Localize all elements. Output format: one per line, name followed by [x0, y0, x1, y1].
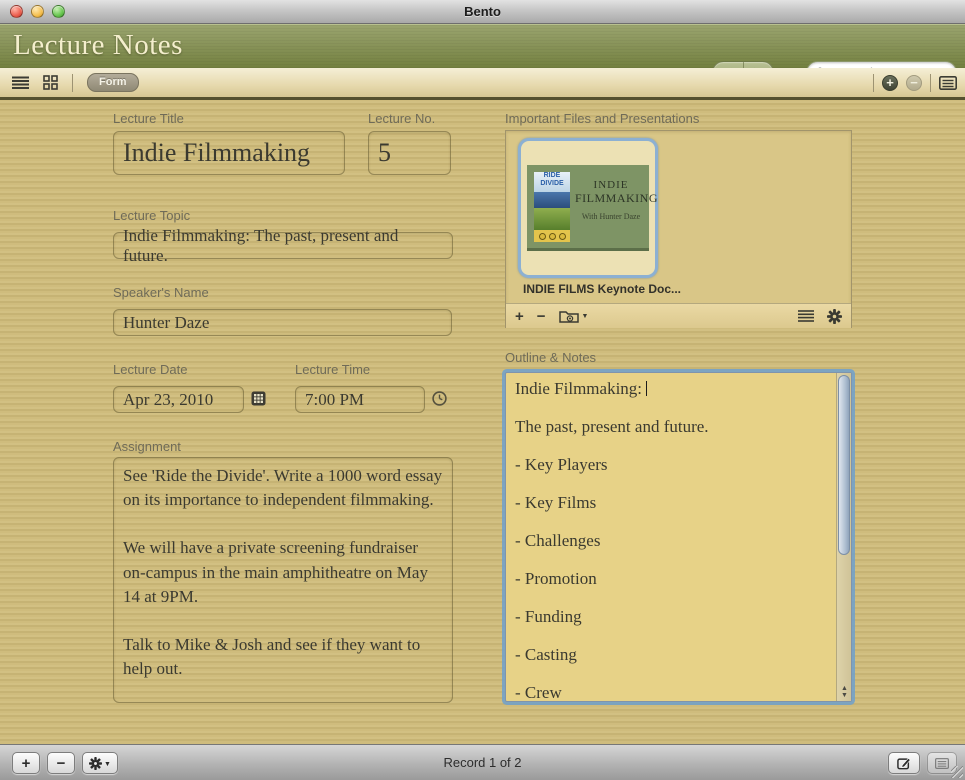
grid-view-icon[interactable]	[43, 75, 58, 90]
keynote-thumbnail: RIDE DIVIDE INDIE FILMMAKING	[527, 165, 649, 251]
media-item-selected[interactable]: RIDE DIVIDE INDIE FILMMAKING	[518, 138, 658, 278]
media-list-label: Important Files and Presentations	[505, 111, 699, 126]
remove-field-button[interactable]: −	[906, 75, 922, 91]
header: Lecture Notes ◀ ▶ Search	[0, 24, 965, 68]
scrollbar-thumb[interactable]	[838, 375, 850, 555]
media-list-view-icon[interactable]	[798, 310, 814, 322]
assignment-field[interactable]: See 'Ride the Divide'. Write a 1000 word…	[113, 457, 453, 703]
table-view-icon[interactable]	[12, 76, 29, 89]
notes-scrollbar[interactable]: ▲▼	[836, 373, 851, 701]
toolbar-divider	[873, 74, 874, 92]
slide-title-line1: INDIE	[575, 179, 647, 191]
slide-subtitle: With Hunter Daze	[575, 212, 647, 221]
lecture-title-label: Lecture Title	[113, 111, 184, 126]
lecture-time-label: Lecture Time	[295, 362, 370, 377]
form-canvas: Lecture Title Indie Filmmaking Lecture N…	[0, 100, 965, 741]
lecture-no-label: Lecture No.	[368, 111, 435, 126]
speaker-name-field[interactable]: Hunter Daze	[113, 309, 452, 336]
clock-icon[interactable]	[432, 391, 447, 406]
poster-title-line1: RIDE	[544, 172, 561, 179]
poster-award-laurels	[534, 230, 570, 242]
media-toolbar: + − ▼	[506, 303, 851, 328]
notes-text[interactable]: Indie Filmmaking: The past, present and …	[506, 373, 836, 701]
assignment-label: Assignment	[113, 439, 181, 454]
bento-window: Bento Lecture Notes ◀ ▶ Search	[0, 0, 965, 780]
media-settings-gear-icon[interactable]	[827, 309, 842, 324]
media-preview-menu-button[interactable]: ▼	[559, 309, 589, 323]
form-view-button[interactable]: Form	[87, 73, 139, 92]
add-field-button[interactable]: +	[882, 75, 898, 91]
calendar-icon[interactable]	[251, 391, 266, 406]
lecture-no-field[interactable]: 5	[368, 131, 451, 175]
edit-form-button[interactable]	[888, 752, 920, 774]
status-bar: + − ▼ Record 1 of 2	[0, 744, 965, 780]
poster-title-line2: DIVIDE	[540, 180, 563, 187]
record-counter: Record 1 of 2	[0, 755, 965, 770]
outline-notes-label: Outline & Notes	[505, 350, 596, 365]
resize-grip[interactable]	[951, 766, 963, 778]
fields-pane-icon[interactable]	[939, 76, 957, 90]
lecture-topic-label: Lecture Topic	[113, 208, 190, 223]
lecture-topic-field[interactable]: Indie Filmmaking: The past, present and …	[113, 232, 453, 259]
media-remove-button[interactable]: −	[537, 309, 546, 324]
ride-the-divide-poster: RIDE DIVIDE	[534, 172, 570, 242]
folder-preview-icon	[559, 309, 579, 323]
media-browser: RIDE DIVIDE INDIE FILMMAKING	[505, 130, 852, 328]
toolbar-divider	[72, 74, 73, 92]
dropdown-caret-icon: ▼	[582, 313, 589, 320]
outline-notes-field[interactable]: Indie Filmmaking: The past, present and …	[505, 372, 852, 702]
view-toolbar: Form + −	[0, 68, 965, 100]
speaker-name-label: Speaker's Name	[113, 285, 209, 300]
window-title: Bento	[0, 4, 965, 19]
text-cursor	[646, 381, 647, 396]
library-title: Lecture Notes	[13, 29, 183, 62]
media-list[interactable]: RIDE DIVIDE INDIE FILMMAKING	[506, 131, 851, 303]
lecture-title-field[interactable]: Indie Filmmaking	[113, 131, 345, 175]
slide-title-line2: FILMMAKING	[575, 191, 647, 206]
media-add-button[interactable]: +	[515, 309, 524, 324]
media-item-caption: INDIE FILMS Keynote Doc...	[523, 282, 681, 296]
lecture-date-field[interactable]: Apr 23, 2010	[113, 386, 244, 413]
titlebar: Bento	[0, 0, 965, 24]
toolbar-divider	[930, 74, 931, 92]
poster-field-art	[534, 208, 570, 230]
poster-mountains	[534, 192, 570, 208]
lecture-date-label: Lecture Date	[113, 362, 187, 377]
lecture-time-field[interactable]: 7:00 PM	[295, 386, 425, 413]
scrollbar-arrows[interactable]: ▲▼	[837, 685, 852, 699]
